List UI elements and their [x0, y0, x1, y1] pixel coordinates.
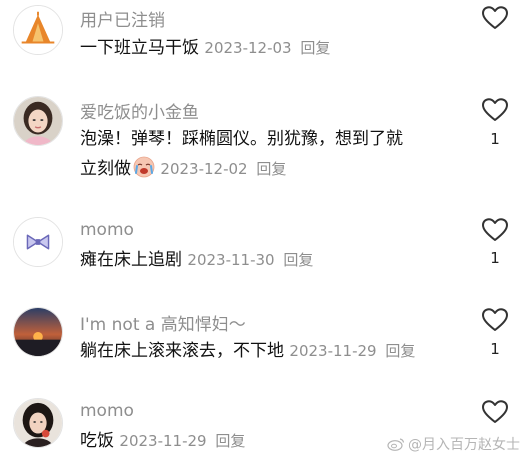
comment-item: momo 瘫在床上追剧 2023-11-30 回复 1 [0, 213, 528, 283]
avatar[interactable] [13, 398, 63, 448]
avatar[interactable] [13, 96, 63, 146]
reply-button[interactable]: 回复 [215, 432, 245, 450]
heart-icon[interactable] [482, 218, 508, 242]
comment-item: 爱吃饭的小金鱼 泡澡！弹琴！踩椭圆仪。别犹豫，想到了就 立刻做 2023-12-… [0, 90, 528, 200]
heart-icon[interactable] [482, 98, 508, 122]
avatar[interactable] [13, 5, 63, 55]
comment-text: 吃饭 [80, 431, 114, 451]
comment-meta: 2023-12-02 回复 [160, 160, 286, 178]
comment-date: 2023-12-03 [204, 39, 292, 57]
comment-text-line: 泡澡！弹琴！踩椭圆仪。别犹豫，想到了就 [80, 129, 403, 149]
woman-photo [14, 399, 62, 447]
comment-body: 瘫在床上追剧 2023-11-30 回复 [80, 245, 313, 275]
comment-date: 2023-11-29 [119, 432, 207, 450]
comment-body: 吃饭 2023-11-29 回复 [80, 426, 245, 456]
comment-text: 瘫在床上追剧 [80, 250, 182, 270]
reply-button[interactable]: 回复 [385, 342, 415, 360]
comment-username[interactable]: 用户已注销 [80, 6, 165, 31]
comment-body: 泡澡！弹琴！踩椭圆仪。别犹豫，想到了就 立刻做 2023-12-02 回复 [80, 124, 403, 184]
crying-face-emoji [133, 156, 155, 178]
comment-date: 2023-12-02 [160, 160, 248, 178]
like-count: 1 [490, 130, 500, 148]
comment-body: 一下班立马干饭 2023-12-03 回复 [80, 33, 330, 63]
comment-text: 一下班立马干饭 [80, 38, 199, 58]
tent-icon [14, 6, 62, 54]
girl-photo [14, 97, 62, 145]
bow-icon [14, 218, 62, 266]
comment-meta: 2023-11-29 回复 [119, 432, 245, 450]
comment-item: 用户已注销 一下班立马干饭 2023-12-03 回复 [0, 0, 528, 70]
reply-button[interactable]: 回复 [300, 39, 330, 57]
reply-button[interactable]: 回复 [283, 251, 313, 269]
comment-username[interactable]: momo [80, 220, 134, 240]
watermark-text: @月入百万赵女士 [408, 437, 520, 453]
comment-text: 立刻做 [80, 159, 131, 179]
weibo-logo-icon [387, 438, 405, 451]
avatar[interactable] [13, 307, 63, 357]
comment-date: 2023-11-29 [289, 342, 377, 360]
comment-body: 躺在床上滚来滚去，不下地 2023-11-29 回复 [80, 336, 415, 366]
like-count: 1 [490, 249, 500, 267]
comment-username[interactable]: 爱吃饭的小金鱼 [80, 98, 199, 123]
heart-icon[interactable] [482, 308, 508, 332]
comment-meta: 2023-12-03 回复 [204, 39, 330, 57]
watermark: @月入百万赵女士 [387, 434, 520, 454]
comment-text-line: 立刻做 2023-12-02 回复 [80, 154, 403, 184]
comment-meta: 2023-11-30 回复 [187, 251, 313, 269]
comment-meta: 2023-11-29 回复 [289, 342, 415, 360]
heart-icon[interactable] [482, 400, 508, 424]
sunset-photo [14, 308, 62, 356]
like-count: 1 [490, 340, 500, 358]
heart-icon[interactable] [482, 6, 508, 30]
comment-date: 2023-11-30 [187, 251, 275, 269]
avatar[interactable] [13, 217, 63, 267]
reply-button[interactable]: 回复 [256, 160, 286, 178]
comment-username[interactable]: momo [80, 401, 134, 421]
comment-username[interactable]: I'm not a 高知悍妇～ [80, 310, 246, 335]
comment-item: I'm not a 高知悍妇～ 躺在床上滚来滚去，不下地 2023-11-29 … [0, 303, 528, 378]
comment-text: 躺在床上滚来滚去，不下地 [80, 341, 284, 361]
